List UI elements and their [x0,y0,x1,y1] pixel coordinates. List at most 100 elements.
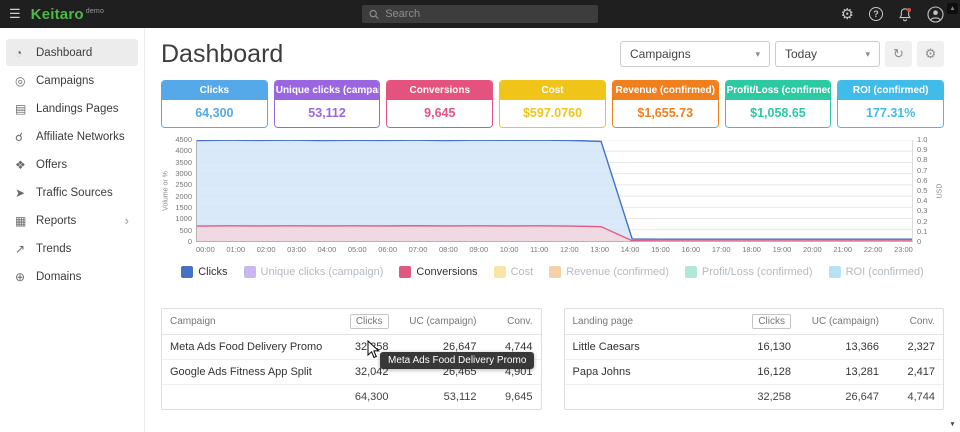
legend-item-revenue-confirmed[interactable]: Revenue (confirmed) [549,266,669,278]
mouse-cursor [367,340,381,360]
y-axis-title-right-text: USD [936,184,943,199]
sorted-column-label: Clicks [350,314,389,329]
legend-label: Cost [511,266,534,278]
tick-label: 00:00 [196,245,215,254]
table-row[interactable]: Papa Johns16,12813,2812,417 [565,360,944,385]
sidebar-item-label: Dashboard [36,47,92,59]
dashboard-settings-button[interactable]: ⚙ [917,41,944,67]
metric-card-title: Revenue (confirmed) [613,81,718,100]
search-icon [369,9,379,20]
column-header-campaign[interactable]: Campaign [162,309,335,335]
legend-label: ROI (confirmed) [846,266,924,278]
gear-icon[interactable]: ⚙ [841,7,854,22]
tick-label: 07:00 [409,245,428,254]
metric-card-conversions: Conversions9,645 [386,80,493,128]
y-axis-title-left-text: Volume or % [162,171,169,211]
cell-value: 16,128 [737,360,799,385]
logo-badge: demo [86,8,104,15]
total-value: 9,645 [485,385,541,410]
keitaro-logo[interactable]: Keitarodemo [31,6,104,23]
column-header-landing-page[interactable]: Landing page [565,309,738,335]
landings-table: Landing pageClicksUC (campaign)Conv. Lit… [564,308,945,410]
scroll-down-arrow[interactable]: ▼ [947,419,958,430]
search-input[interactable] [385,8,591,20]
legend-item-conversions[interactable]: Conversions [399,266,477,278]
sidebar-item-label: Campaigns [36,75,94,87]
legend-label: Conversions [416,266,477,278]
legend-item-cost[interactable]: Cost [494,266,534,278]
menu-icon[interactable]: ☰ [0,6,31,22]
account-icon[interactable] [927,6,944,23]
help-icon[interactable]: ? [869,7,883,21]
column-header-conv[interactable]: Conv. [485,309,541,335]
column-header-conv[interactable]: Conv. [887,309,943,335]
network-icon: ☌ [15,130,36,144]
sidebar-item-domains[interactable]: ⊕Domains [6,263,138,290]
metric-card-title: Unique clicks (campaign) [275,81,380,100]
metric-card-roi-confirmed: ROI (confirmed)177.31% [837,80,944,128]
metric-card-value: 177.31% [838,100,943,127]
chevron-right-icon: › [125,213,129,228]
scroll-up-arrow[interactable]: ▲ [947,3,958,14]
tick-label: 05:00 [348,245,367,254]
total-value: 26,647 [799,385,887,410]
sidebar-item-label: Affiliate Networks [36,131,125,143]
campaigns-filter-select[interactable]: Campaigns ▾ [620,41,770,67]
metric-card-title: Cost [500,81,605,100]
legend-item-roi-confirmed[interactable]: ROI (confirmed) [829,266,924,278]
metric-card-value: 9,645 [387,100,492,127]
total-value [162,385,335,410]
date-range-value: Today [785,47,817,61]
legend-swatch [181,266,193,278]
notification-dot [907,7,911,11]
date-range-select[interactable]: Today ▾ [775,41,880,67]
gauge-icon: ◔ [15,46,36,60]
legend-item-profit-loss-confirmed[interactable]: Profit/Loss (confirmed) [685,266,813,278]
target-icon: ◎ [15,74,36,88]
traffic-arrow-icon: ➤ [15,186,36,200]
sidebar-item-landings-pages[interactable]: ▤Landings Pages [6,95,138,122]
sidebar-item-affiliate-networks[interactable]: ☌Affiliate Networks [6,123,138,150]
sidebar-item-trends[interactable]: ↗Trends [6,235,138,262]
legend-label: Profit/Loss (confirmed) [702,266,813,278]
globe-icon: ⊕ [15,270,36,284]
plot-area [196,140,913,242]
cell-name: Google Ads Fitness App Split [162,360,335,385]
column-header-clicks[interactable]: Clicks [737,309,799,335]
column-header-uc-campaign[interactable]: UC (campaign) [397,309,485,335]
legend-swatch [549,266,561,278]
tick-label: 15:00 [651,245,670,254]
total-value [565,385,738,410]
sidebar-item-traffic-sources[interactable]: ➤Traffic Sources [6,179,138,206]
totals-row: 32,25826,6474,744 [565,385,944,410]
legend-item-unique-clicks-campaign[interactable]: Unique clicks (campaign) [244,266,384,278]
metric-card-value: $1,058.65 [726,100,831,127]
tick-label: 02:00 [257,245,276,254]
sidebar-item-campaigns[interactable]: ◎Campaigns [6,67,138,94]
traffic-chart: Volume or % 4500400035003000250020001500… [161,140,944,278]
chevron-down-icon: ▾ [865,49,870,60]
sidebar-item-dashboard[interactable]: ◔Dashboard [6,39,138,66]
column-header-uc-campaign[interactable]: UC (campaign) [799,309,887,335]
legend-swatch [399,266,411,278]
campaigns-filter-value: Campaigns [630,47,691,61]
y-axis-title-left: Volume or % [161,140,170,242]
refresh-button[interactable]: ↻ [885,41,912,67]
cell-value: 2,327 [887,335,943,360]
traffic-chart-svg [197,140,912,241]
tick-label: 11:00 [530,245,548,254]
tick-label: 06:00 [378,245,397,254]
bell-icon[interactable] [898,7,912,22]
column-header-clicks[interactable]: Clicks [335,309,397,335]
sidebar: ◔Dashboard◎Campaigns▤Landings Pages☌Affi… [0,28,145,432]
dashboard-controls: Campaigns ▾ Today ▾ ↻ ⚙ [620,41,944,67]
y-axis-title-right: USD [935,140,944,242]
search-bar[interactable] [362,5,598,23]
table-header-row: Landing pageClicksUC (campaign)Conv. [565,309,944,335]
table-row[interactable]: Little Caesars16,13013,3662,327 [565,335,944,360]
legend-item-clicks[interactable]: Clicks [181,266,227,278]
sidebar-item-offers[interactable]: ❖Offers [6,151,138,178]
sidebar-item-reports[interactable]: ▦Reports› [6,207,138,234]
chevron-down-icon: ▾ [755,49,760,60]
cell-name: Little Caesars [565,335,738,360]
